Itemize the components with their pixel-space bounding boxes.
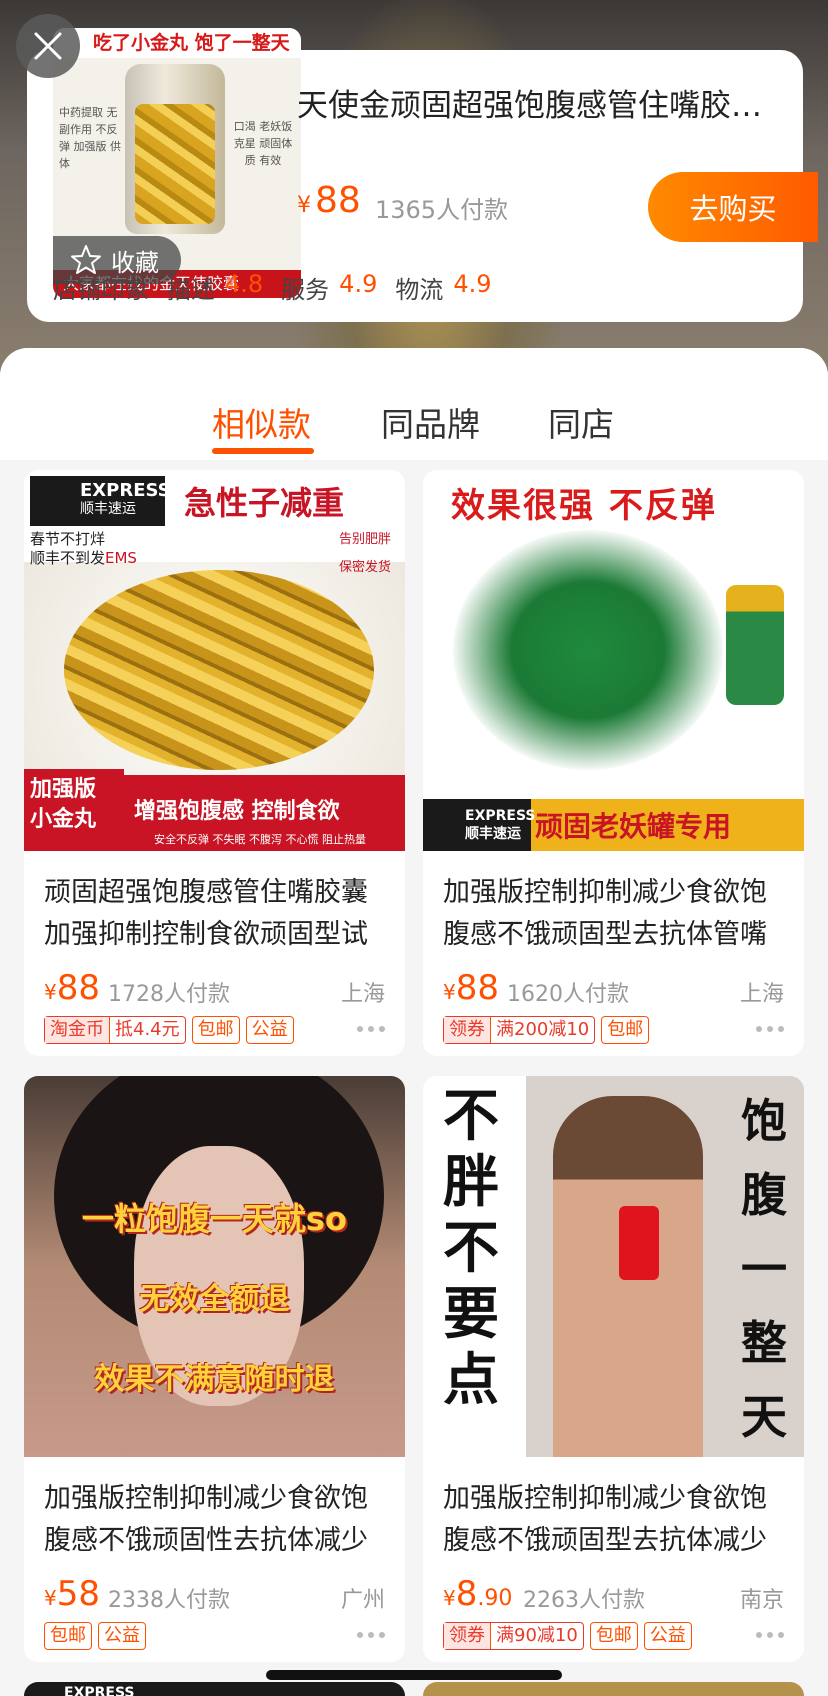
- card-tags: 领券 满200减10 包邮: [443, 1016, 650, 1044]
- sf-express-logo: EXPRESS 顺丰速运: [423, 799, 536, 851]
- capsule-jar-image: [125, 64, 225, 234]
- card-price: ¥58: [44, 1574, 100, 1614]
- image-text-left: 不胖不要点: [443, 1084, 499, 1413]
- logistics-label: 物流: [395, 276, 444, 304]
- close-button[interactable]: [16, 14, 80, 78]
- recommendation-sheet: 相似款 同品牌 同店 EXPRESS 顺丰速运 急性子减重 春节不打烊 顺丰不到发E…: [0, 348, 828, 1696]
- image-chips: 告别肥胖 保密发货: [338, 532, 391, 575]
- product-price: ¥ 88: [297, 180, 361, 221]
- card-sales: 1620人付款: [507, 982, 629, 1007]
- image-slogan: 增强饱腹感 控制食欲: [134, 799, 340, 824]
- product-card-5-peek[interactable]: EXPRESS: [24, 1682, 405, 1696]
- image-headline: 效果很强 不反弹: [451, 486, 717, 526]
- card-location: 南京: [739, 1588, 784, 1613]
- card-price: ¥8.90: [443, 1574, 513, 1614]
- tab-similar[interactable]: 相似款: [212, 398, 311, 446]
- image-headline: 急性子减重: [184, 484, 345, 522]
- card-sales: 2338人付款: [108, 1588, 230, 1613]
- card-tags: 包邮 公益: [44, 1622, 146, 1650]
- image-text-3: 效果不满意随时退: [94, 1362, 335, 1397]
- image-slogan: 顽固老妖罐专用: [535, 810, 732, 843]
- card-title[interactable]: 加强版控制抑制减少食欲饱腹感不饿顽固性去抗体减少: [44, 1478, 394, 1562]
- tab-bar: 相似款 同品牌 同店: [0, 348, 828, 460]
- card-price: ¥88: [443, 968, 499, 1008]
- currency-symbol: ¥: [297, 193, 311, 218]
- gold-capsules-image: [64, 570, 374, 770]
- phone-image: [619, 1206, 659, 1280]
- product-image[interactable]: EXPRESS 顺丰速运 急性子减重 春节不打烊 顺丰不到发EMS 告别肥胖 保密发货…: [24, 470, 405, 851]
- logistics-score: 4.9: [453, 270, 492, 298]
- price-value: 88: [315, 180, 361, 221]
- tag-charity: 公益: [643, 1622, 692, 1650]
- card-title[interactable]: 加强版控制抑制减少食欲饱腹感不饿顽固型去抗体减少: [443, 1478, 793, 1562]
- green-capsules-image: [453, 530, 723, 770]
- sf-express-logo: EXPRESS: [64, 1685, 135, 1696]
- card-title[interactable]: 加强版控制抑制减少食欲饱腹感不饿顽固型去抗体管嘴: [443, 872, 793, 956]
- card-location: 上海: [340, 982, 385, 1007]
- thumbnail-right-text: 口渴 老妖饭克星 顽固体质 有效: [233, 120, 293, 167]
- image-badge: 加强版 小金丸: [24, 769, 124, 841]
- product-card-4[interactable]: 不胖不要点 饱腹一整天 加强版控制抑制减少食欲饱腹感不饿顽固型去抗体减少 ¥8.…: [423, 1076, 804, 1662]
- desc-score: 4.8: [225, 270, 264, 298]
- product-card-3[interactable]: 一粒饱腹一天就so 无效全额退 效果不满意随时退 加强版控制抑制减少食欲饱腹感不…: [24, 1076, 405, 1662]
- tag-free-shipping: 包邮: [191, 1016, 240, 1044]
- card-title[interactable]: 顽固超强饱腹感管住嘴胶囊加强抑制控制食欲顽固型试: [44, 872, 394, 956]
- more-icon[interactable]: [756, 1026, 784, 1032]
- card-sales: 2263人付款: [523, 1588, 645, 1613]
- card-tags: 领券 满90减10 包邮 公益: [443, 1622, 692, 1650]
- close-icon: [34, 32, 62, 60]
- tab-same-shop[interactable]: 同店: [548, 398, 614, 446]
- product-image[interactable]: 一粒饱腹一天就so 无效全额退 效果不满意随时退: [24, 1076, 405, 1457]
- tag-charity: 公益: [98, 1622, 146, 1650]
- tag-coupon: 领券 满200减10: [443, 1016, 596, 1044]
- sales-count: 1365人付款: [375, 196, 509, 224]
- image-text-right: 饱腹一整天: [741, 1094, 787, 1444]
- product-card-1[interactable]: EXPRESS 顺丰速运 急性子减重 春节不打烊 顺丰不到发EMS 告别肥胖 保密发货…: [24, 470, 405, 1056]
- tag-coin: 淘金币 抵4.4元: [44, 1016, 186, 1044]
- service-label: 服务: [281, 276, 330, 304]
- buy-button[interactable]: 去购买: [648, 172, 818, 242]
- product-image[interactable]: 效果很强 不反弹 EXPRESS 顺丰速运 顽固老妖罐专用: [423, 470, 804, 851]
- shop-impression-label: 店铺印象: [53, 276, 149, 304]
- card-location: 广州: [340, 1588, 385, 1613]
- desc-label: 描述: [167, 276, 215, 304]
- tag-charity: 公益: [245, 1016, 294, 1044]
- more-icon[interactable]: [357, 1026, 385, 1032]
- tag-coupon: 领券 满90减10: [443, 1622, 584, 1650]
- product-card[interactable]: 吃了小金丸 饱了一整天 中药提取 无副作用 不反弹 加强版 供体 口渴 老妖饭克…: [27, 28, 818, 322]
- more-icon[interactable]: [756, 1632, 784, 1638]
- thumbnail-headline: 吃了小金丸 饱了一整天: [53, 28, 301, 58]
- card-sales: 1728人付款: [108, 982, 230, 1007]
- image-subslogan: 安全不反弹 不失眠 不腹泻 不心慌 阻止热量: [154, 833, 366, 846]
- card-price: ¥88: [44, 968, 100, 1008]
- sf-express-logo: EXPRESS 顺丰速运: [30, 476, 171, 526]
- tag-free-shipping: 包邮: [589, 1622, 638, 1650]
- image-text-2: 无效全额退: [139, 1282, 290, 1317]
- tab-same-brand[interactable]: 同品牌: [381, 398, 480, 446]
- capsule-jar-image: [726, 585, 784, 705]
- shop-ratings: 店铺印象 描述 4.8 服务 4.9 物流 4.9: [53, 270, 492, 305]
- service-score: 4.9: [339, 270, 378, 298]
- thumbnail-left-text: 中药提取 无副作用 不反弹 加强版 供体: [59, 106, 121, 170]
- tag-free-shipping: 包邮: [601, 1016, 650, 1044]
- product-image[interactable]: 不胖不要点 饱腹一整天: [423, 1076, 804, 1457]
- product-thumbnail[interactable]: 吃了小金丸 饱了一整天 中药提取 无副作用 不反弹 加强版 供体 口渴 老妖饭克…: [53, 28, 301, 298]
- product-card-2[interactable]: 效果很强 不反弹 EXPRESS 顺丰速运 顽固老妖罐专用 加强版控制抑制减少食欲…: [423, 470, 804, 1056]
- card-tags: 淘金币 抵4.4元 包邮 公益: [44, 1016, 294, 1044]
- tag-free-shipping: 包邮: [44, 1622, 92, 1650]
- product-card-6-peek[interactable]: [423, 1682, 804, 1696]
- image-text-1: 一粒饱腹一天就so: [81, 1200, 348, 1238]
- more-icon[interactable]: [357, 1632, 385, 1638]
- home-indicator[interactable]: [266, 1670, 562, 1680]
- card-location: 上海: [739, 982, 784, 1007]
- active-tab-indicator: [212, 448, 314, 454]
- image-note: 春节不打烊 顺丰不到发EMS: [30, 530, 137, 567]
- product-title[interactable]: 天使金顽固超强饱腹感管住嘴胶…: [297, 80, 787, 125]
